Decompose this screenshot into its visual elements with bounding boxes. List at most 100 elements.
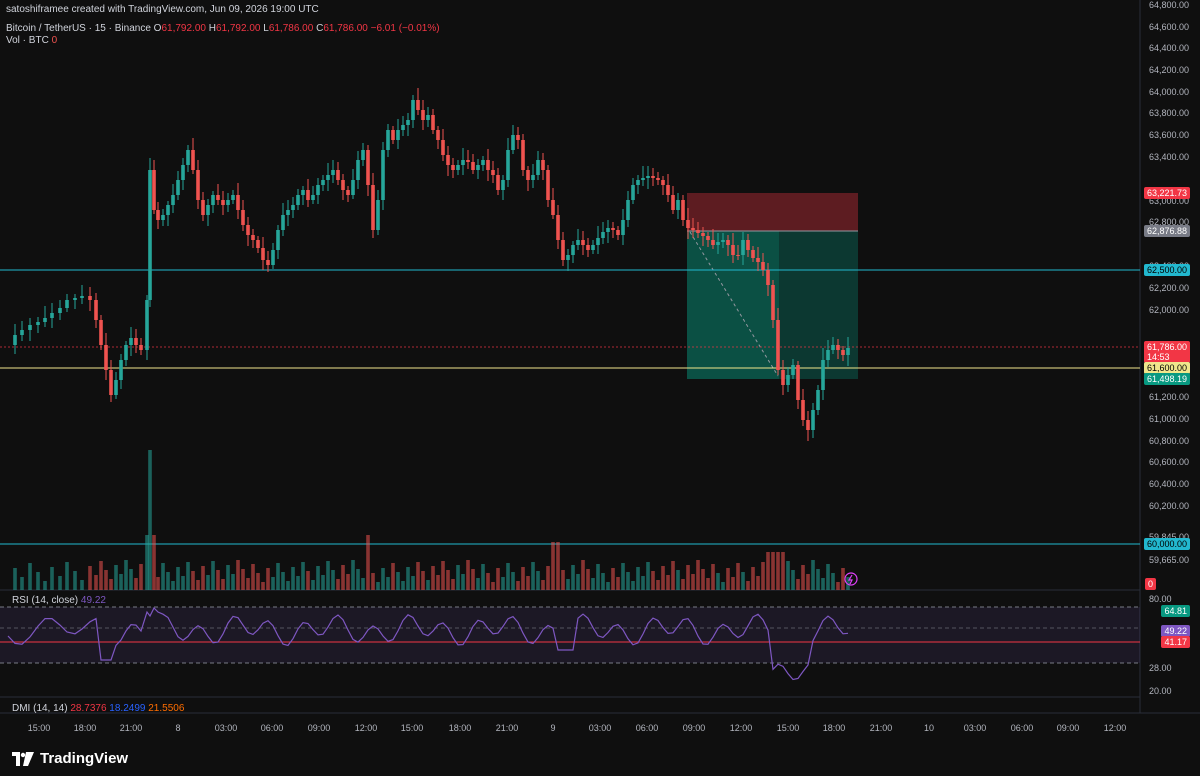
price-axis-label: 60,200.00 [1149,501,1189,511]
volume-bar [811,560,815,590]
candle-body [286,210,290,215]
candle-body [711,240,715,245]
volume-bar [446,570,450,590]
candle-body [436,130,440,140]
volume-bar [13,568,17,590]
volume-bar [686,565,690,590]
volume-bar [586,569,590,590]
volume-bar [776,552,780,590]
candle-body [421,110,425,120]
volume-bar [581,560,585,590]
candle-body [13,335,17,345]
rsi-band-fill [0,607,1140,663]
candle-body [526,170,530,180]
volume-bar [104,570,108,590]
volume-bar [20,577,24,590]
volume-bar [186,562,190,590]
candle-body [376,200,380,230]
price-chart-canvas[interactable]: 64,800.00 64,600.00 64,400.00 64,200.00 64,0… [0,0,1200,742]
volume-legend[interactable]: Vol · BTC 0 [6,35,57,46]
candle-body [356,160,360,180]
candle-body [109,370,113,395]
candle-body [58,308,62,313]
candle-body [596,238,600,245]
rsi-legend[interactable]: RSI (14, close) 49.22 [12,595,106,606]
volume-bar [346,574,350,590]
price-axis: 64,800.00 64,600.00 64,400.00 64,200.00 64,0… [1149,0,1189,565]
volume-bar [431,566,435,590]
dmi-adx-value: 28.7376 [70,703,107,714]
candle-body [581,240,585,245]
time-axis-label: 06:00 [636,723,659,733]
dmi-legend[interactable]: DMI (14, 14) 28.7376 18.2499 21.5506 [12,703,184,714]
volume-bar [711,564,715,590]
time-axis-label: 03:00 [589,723,612,733]
price-axis-label: 60,800.00 [1149,436,1189,446]
volume-bar [361,578,365,590]
candle-body [616,230,620,235]
volume-bar [836,582,840,590]
volume-bar [566,579,570,590]
volume-bar [406,567,410,590]
volume-bar [366,535,370,590]
candle-body [73,298,77,300]
candle-body [781,370,785,385]
brand-name: TradingView [40,750,129,767]
volume-bar [301,562,305,590]
symbol-name[interactable]: Bitcoin / TetherUS · 15 · Binance [6,23,151,34]
candle-body [831,345,835,350]
candle-body [316,185,320,195]
volume-bar [651,571,655,590]
price-axis-label: 64,000.00 [1149,87,1189,97]
candle-body [816,390,820,410]
volume-bar [736,563,740,590]
time-axis-label: 12:00 [355,723,378,733]
volume-bar [471,569,475,590]
volume-bar [241,569,245,590]
candle-body [731,245,735,255]
volume-bar [341,565,345,590]
candle-body [311,195,315,200]
time-axis-label: 09:00 [683,723,706,733]
volume-bar [196,580,200,590]
price-axis-label: 59,665.00 [1149,555,1189,565]
volume-bar [58,576,62,590]
candle-body [50,313,54,318]
candle-body [491,170,495,175]
volume-bar [621,563,625,590]
volume-bar [536,571,540,590]
volume-bar [771,552,775,590]
candle-body [531,175,535,180]
candle-body [88,296,92,300]
candle-body [846,348,850,355]
candle-body [771,285,775,320]
volume-bar [596,564,600,590]
price-axis-label: 62,000.00 [1149,305,1189,315]
candle-body [211,195,215,205]
volume-bar [521,567,525,590]
candle-body [226,200,230,205]
candle-body [756,258,760,262]
volume-bar [291,567,295,590]
level-60000-tag: 60,000.00 [1143,538,1190,550]
time-axis-label: 9 [550,723,555,733]
candle-body [186,150,190,165]
time-axis-label: 8 [175,723,180,733]
volume-bar [766,552,770,590]
volume-bar [371,573,375,590]
volume-bar [636,567,640,590]
candle-body [401,125,405,130]
candle-body [241,210,245,225]
candle-body [129,338,133,345]
candle-body [246,225,250,235]
candle-body [161,215,165,220]
volume-bar [546,566,550,590]
price-axis-label: 63,800.00 [1149,108,1189,118]
candle-body [631,185,635,200]
candle-body [786,375,790,385]
volume-bar [451,579,455,590]
volume-bar [161,563,165,590]
tradingview-logo[interactable]: TradingView [12,750,128,767]
volume-bar [821,578,825,590]
price-axis-label: 63,400.00 [1149,152,1189,162]
